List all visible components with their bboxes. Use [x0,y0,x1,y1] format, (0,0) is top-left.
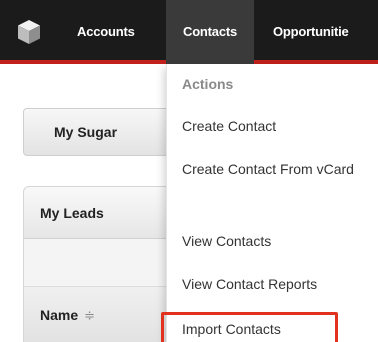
nav-tab-opportunities[interactable]: Opportunitie [273,0,378,64]
nav-tab-accounts[interactable]: Accounts [77,0,135,64]
menu-item-create-contact[interactable]: Create Contact [182,115,377,137]
top-navigation-bar: Accounts Contacts Opportunitie [0,0,378,64]
nav-tab-contacts[interactable]: Contacts [166,0,254,64]
dropdown-heading: Actions [182,76,234,92]
contacts-actions-dropdown: Actions Create Contact Create Contact Fr… [166,64,378,342]
menu-item-view-contacts[interactable]: View Contacts [182,230,377,252]
menu-item-create-contact-from-vcard[interactable]: Create Contact From vCard [182,158,377,180]
column-header-label: Name [40,307,79,323]
menu-item-view-contact-reports[interactable]: View Contact Reports [182,273,377,295]
highlight-annotation [161,312,338,342]
sort-icon[interactable]: ≑ [84,308,95,323]
sugar-cube-icon[interactable] [0,0,57,64]
my-sugar-tab[interactable]: My Sugar [23,108,183,156]
